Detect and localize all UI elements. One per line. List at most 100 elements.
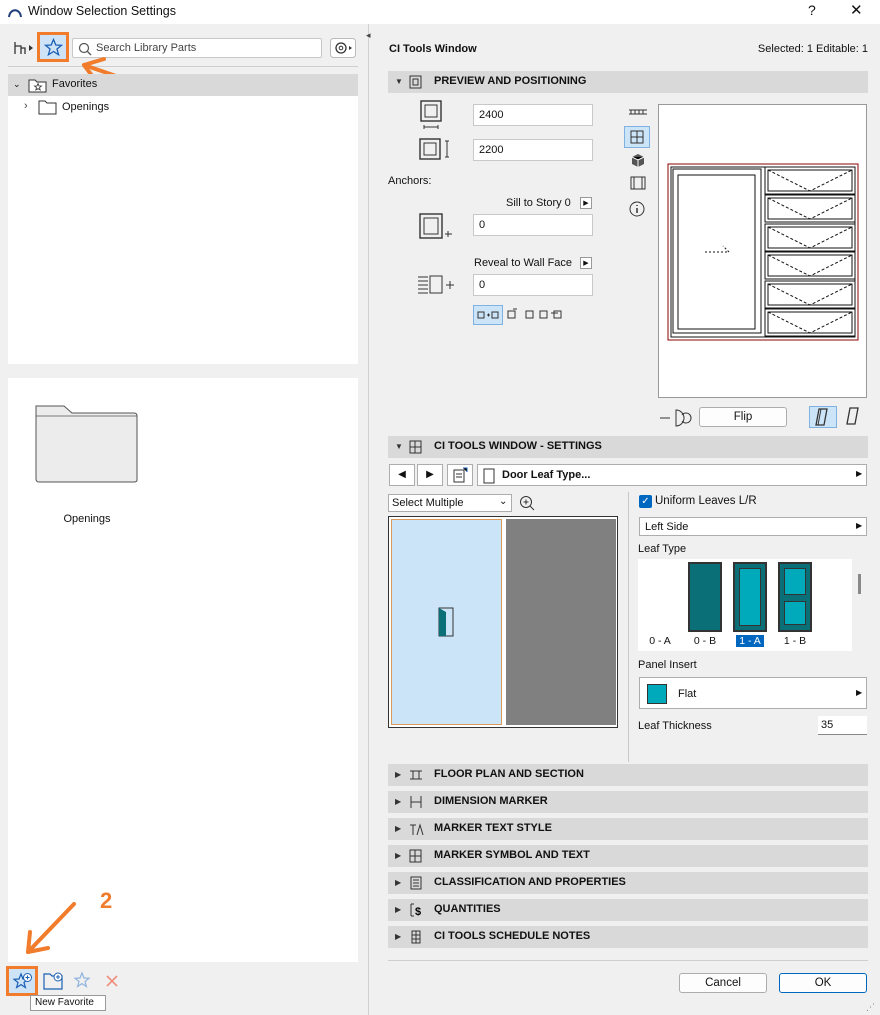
prev-page-button[interactable]: ◀ xyxy=(389,464,415,486)
section-dimension-marker[interactable]: ▶ DIMENSION MARKER xyxy=(388,791,868,813)
dimension-icon xyxy=(410,796,422,808)
height-input[interactable]: 2200 xyxy=(473,139,593,161)
section-marker-text-style[interactable]: ▶ MARKER TEXT STYLE xyxy=(388,818,868,840)
schedule-icon xyxy=(411,930,421,944)
floor-plan-icon xyxy=(410,770,422,780)
text-style-icon xyxy=(410,823,424,836)
panel-splitter[interactable] xyxy=(368,24,369,1015)
section-classification[interactable]: ▶ CLASSIFICATION AND PROPERTIES xyxy=(388,872,868,894)
zoom-icon[interactable] xyxy=(518,494,536,512)
library-tree-icon[interactable] xyxy=(12,38,38,58)
favorites-header[interactable]: ⌄ Favorites xyxy=(8,74,358,96)
page-list-icon xyxy=(453,467,468,483)
sill-dropdown-arrow[interactable]: ▶ xyxy=(580,197,592,209)
side-dropdown[interactable]: Left Side ▶ xyxy=(639,517,867,536)
sill-label: Sill to Story 0 xyxy=(506,197,571,209)
help-button[interactable]: ? xyxy=(808,2,816,18)
settings-window-icon xyxy=(409,440,422,454)
section-title: MARKER SYMBOL AND TEXT xyxy=(434,849,590,861)
select-multiple-dropdown[interactable]: Select Multiple ⌄ xyxy=(388,494,512,512)
uniform-leaves-checkbox[interactable]: ✓ xyxy=(639,495,652,508)
reveal-dropdown-arrow[interactable]: ▶ xyxy=(580,257,592,269)
width-icon xyxy=(420,100,442,129)
annotation-marker-2: 2 xyxy=(100,888,113,913)
page-list-button[interactable] xyxy=(447,464,473,486)
sill-anchor-icon xyxy=(419,213,452,239)
leaf-type-1a[interactable] xyxy=(733,562,767,632)
section-preview-positioning[interactable]: ▼ PREVIEW AND POSITIONING xyxy=(388,71,868,93)
delete-icon[interactable] xyxy=(104,973,120,989)
leaf-type-label-0b[interactable]: 0 - B xyxy=(689,635,721,647)
column-divider xyxy=(628,492,629,762)
cancel-button[interactable]: Cancel xyxy=(679,973,767,993)
width-input[interactable]: 2400 xyxy=(473,104,593,126)
resize-grip-icon[interactable]: ⋰ xyxy=(866,1002,875,1013)
cube-icon[interactable] xyxy=(629,152,647,168)
rotate-icon[interactable] xyxy=(658,407,694,429)
library-tree xyxy=(8,96,358,364)
mirror-left-button[interactable] xyxy=(809,406,837,428)
section-window-settings[interactable]: ▼ CI TOOLS WINDOW - SETTINGS xyxy=(388,436,868,458)
chevron-down-icon: ⌄ xyxy=(499,496,508,507)
mirror-icon xyxy=(815,408,828,426)
leaf-left-cell[interactable] xyxy=(391,519,502,725)
favorites-label: Favorites xyxy=(52,78,98,90)
info-icon[interactable] xyxy=(628,200,646,218)
film-icon[interactable] xyxy=(629,175,647,191)
sill-input[interactable]: 0 xyxy=(473,214,593,236)
favorites-folder-icon xyxy=(28,79,47,93)
section-marker-symbol[interactable]: ▶ MARKER SYMBOL AND TEXT xyxy=(388,845,868,867)
favorites-tab-button[interactable] xyxy=(37,32,69,62)
reveal-option-1[interactable] xyxy=(473,305,503,325)
leaf-type-0b[interactable] xyxy=(688,562,722,632)
chevron-right-icon: ▶ xyxy=(395,905,402,914)
new-folder-icon[interactable] xyxy=(43,971,65,991)
title-bar: Window Selection Settings ? ✕ xyxy=(0,0,880,24)
close-button[interactable]: ✕ xyxy=(850,1,863,19)
leaf-thickness-label: Leaf Thickness xyxy=(638,720,712,732)
panel-insert-value: Flat xyxy=(678,688,697,700)
plan-view-button[interactable] xyxy=(624,126,650,148)
gallery-scrollbar[interactable] xyxy=(858,574,861,594)
flip-button[interactable]: Flip xyxy=(699,407,787,427)
folder-large-icon[interactable] xyxy=(34,404,138,484)
edit-favorite-icon[interactable] xyxy=(73,971,95,991)
reveal-options-icon[interactable] xyxy=(506,307,582,323)
page-dropdown[interactable]: Door Leaf Type... ▶ xyxy=(477,464,867,486)
star-icon xyxy=(44,38,63,57)
reveal-anchor-icon xyxy=(418,275,454,294)
chevron-right-icon: ▶ xyxy=(395,851,402,860)
window-preview-icon xyxy=(409,75,422,89)
reveal-input[interactable]: 0 xyxy=(473,274,593,296)
section-quantities[interactable]: ▶ $ QUANTITIES xyxy=(388,899,868,921)
window-title: Window Selection Settings xyxy=(28,4,176,18)
gear-icon[interactable] xyxy=(330,38,356,58)
leaf-type-label-1b[interactable]: 1 - B xyxy=(779,635,811,647)
chevron-right-icon: ▶ xyxy=(395,878,402,887)
collapse-left-icon[interactable]: ◂ xyxy=(366,30,371,41)
panel-insert-label: Panel Insert xyxy=(638,659,697,671)
chevron-right-icon[interactable]: › xyxy=(24,100,28,112)
folder-icon xyxy=(38,100,57,115)
leaf-type-label-0a[interactable]: 0 - A xyxy=(644,635,676,647)
leaf-type-1b[interactable] xyxy=(778,562,812,632)
leaf-right-cell[interactable] xyxy=(506,519,616,725)
section-schedule-notes[interactable]: ▶ CI TOOLS SCHEDULE NOTES xyxy=(388,926,868,948)
mirror-right-icon[interactable] xyxy=(842,406,866,428)
new-favorite-button[interactable] xyxy=(6,966,38,996)
tree-item-openings[interactable]: › Openings xyxy=(24,99,224,117)
select-multiple-label: Select Multiple xyxy=(392,497,464,509)
ok-button[interactable]: OK xyxy=(779,973,867,993)
ruler-icon[interactable] xyxy=(627,104,649,120)
panel-insert-dropdown[interactable]: Flat ▶ xyxy=(639,677,867,709)
next-page-button[interactable]: ▶ xyxy=(417,464,443,486)
leaf-thickness-input[interactable]: 35 xyxy=(818,716,867,735)
search-placeholder: Search Library Parts xyxy=(96,42,197,54)
leaf-type-label: Leaf Type xyxy=(638,543,687,555)
leaf-type-label-1a[interactable]: 1 - A xyxy=(736,635,764,647)
quantity-icon: $ xyxy=(410,903,421,918)
star-plus-icon xyxy=(13,972,32,989)
section-floor-plan[interactable]: ▶ FLOOR PLAN AND SECTION xyxy=(388,764,868,786)
chevron-down-icon[interactable]: ⌄ xyxy=(13,79,21,90)
leaf-type-gallery: 0 - A 0 - B 1 - A 1 - B xyxy=(638,559,852,651)
